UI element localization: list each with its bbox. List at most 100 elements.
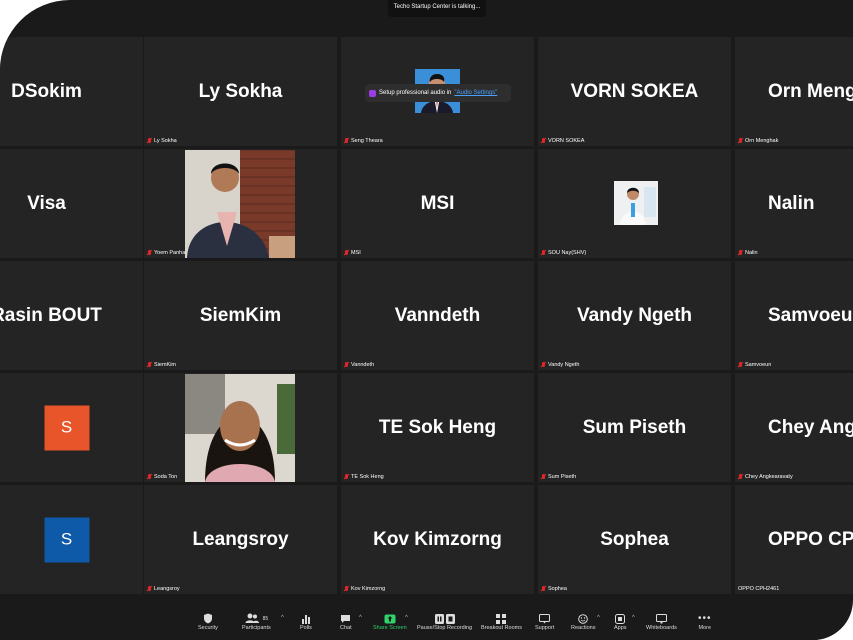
participants-button[interactable]: 85 Participants bbox=[242, 612, 271, 631]
muted-mic-icon bbox=[344, 138, 349, 144]
security-button[interactable]: Security bbox=[198, 612, 218, 631]
participant-name-label: OPPO CPH2461 bbox=[738, 586, 780, 592]
share-caret-icon[interactable]: ^ bbox=[405, 615, 408, 621]
whiteboards-button[interactable]: Whiteboards bbox=[646, 612, 677, 631]
participant-name-label: Vanndeth bbox=[344, 362, 374, 368]
participant-name-label: Nalin bbox=[738, 250, 758, 256]
participant-tile[interactable]: OPPO CPH2461 OPPO CPH2461 bbox=[735, 485, 853, 594]
participant-name-label: SOU Nay(SHV) bbox=[541, 250, 586, 256]
muted-mic-icon bbox=[738, 362, 743, 368]
participant-tile[interactable]: Ly Sokha Ly Sokha bbox=[144, 37, 337, 146]
apps-icon bbox=[615, 612, 626, 625]
reactions-caret-icon[interactable]: ^ bbox=[597, 615, 600, 621]
participant-tile[interactable]: VORN SOKEA VORN SOKEA bbox=[538, 37, 731, 146]
share-screen-icon bbox=[384, 612, 396, 625]
talking-indicator: Techo Startup Center is talking... bbox=[388, 0, 486, 17]
participant-display-name: Sophea bbox=[600, 529, 669, 550]
participant-tile[interactable]: MSI MSI bbox=[341, 149, 534, 258]
participant-tile[interactable]: Yoem Panha bbox=[144, 149, 337, 258]
participant-display-name: Nalin bbox=[768, 193, 815, 214]
support-icon bbox=[539, 612, 551, 625]
participant-tile[interactable]: Sum Piseth Sum Piseth bbox=[538, 373, 731, 482]
audio-settings-icon bbox=[369, 89, 376, 97]
participant-tile[interactable]: Chey Angkearavaty Chey Angkearavaty bbox=[735, 373, 853, 482]
participant-display-name: Chey Angkearavaty bbox=[768, 417, 853, 438]
participant-name-label: Sum Piseth bbox=[541, 474, 576, 480]
participant-name-label: MSI bbox=[344, 250, 361, 256]
participant-tile[interactable]: SiemKim SiemKim bbox=[144, 261, 337, 370]
audio-settings-toast[interactable]: Setup professional audio in "Audio Setti… bbox=[365, 84, 511, 102]
polls-icon bbox=[301, 612, 311, 625]
participant-avatar: S bbox=[44, 405, 89, 450]
muted-mic-icon bbox=[541, 586, 546, 592]
participant-display-name: Kov Kimzorng bbox=[373, 529, 502, 550]
participant-tile[interactable]: TE Sok Heng TE Sok Heng bbox=[341, 373, 534, 482]
participant-name-label: Chey Angkearavaty bbox=[738, 474, 793, 480]
participant-name-label: Orn Menghak bbox=[738, 138, 778, 144]
participant-display-name: DSokim bbox=[11, 81, 82, 102]
muted-mic-icon bbox=[344, 474, 349, 480]
participant-video-image bbox=[614, 181, 658, 225]
audio-settings-link[interactable]: "Audio Settings" bbox=[454, 90, 497, 96]
participant-tile[interactable]: Vandy Ngeth Vandy Ngeth bbox=[538, 261, 731, 370]
muted-mic-icon bbox=[147, 362, 152, 368]
muted-mic-icon bbox=[344, 362, 349, 368]
participant-tile[interactable]: S bbox=[0, 373, 143, 482]
breakout-rooms-button[interactable]: Breakout Rooms bbox=[481, 612, 522, 631]
participant-display-name: MSI bbox=[420, 193, 455, 214]
muted-mic-icon bbox=[147, 474, 152, 480]
participant-display-name: Leangsroy bbox=[192, 529, 289, 550]
participant-display-name: Rasin BOUT bbox=[0, 305, 102, 326]
meeting-toolbar: Security 85 Participants ^ Polls Chat ^ bbox=[0, 610, 853, 640]
muted-mic-icon bbox=[541, 138, 546, 144]
participant-display-name: Vanndeth bbox=[394, 305, 481, 326]
participant-tile[interactable]: S bbox=[0, 485, 143, 594]
participant-tile[interactable]: Samvoeun Samvoeun bbox=[735, 261, 853, 370]
chat-icon bbox=[340, 612, 351, 625]
participant-count: 85 bbox=[262, 615, 269, 622]
smiley-icon bbox=[578, 612, 589, 625]
chat-button[interactable]: Chat bbox=[340, 612, 352, 631]
more-button[interactable]: ••• More bbox=[698, 612, 712, 631]
pause-stop-icon bbox=[434, 612, 455, 625]
polls-button[interactable]: Polls bbox=[300, 612, 312, 631]
participant-tile[interactable]: Sophea Sophea bbox=[538, 485, 731, 594]
participant-tile[interactable]: DSokim bbox=[0, 37, 143, 146]
participant-tile[interactable]: Leangsroy Leangsroy bbox=[144, 485, 337, 594]
recording-button[interactable]: Pause/Stop Recording bbox=[417, 612, 472, 631]
muted-mic-icon bbox=[541, 362, 546, 368]
participant-tile[interactable]: Soda Ton bbox=[144, 373, 337, 482]
muted-mic-icon bbox=[738, 138, 743, 144]
participant-video-image bbox=[185, 374, 295, 482]
shield-icon bbox=[203, 612, 213, 625]
apps-button[interactable]: Apps bbox=[614, 612, 627, 631]
participant-name-label: Kov Kimzorng bbox=[344, 586, 385, 592]
participant-display-name: Sum Piseth bbox=[582, 417, 687, 438]
participant-name-label: Samvoeun bbox=[738, 362, 771, 368]
participants-icon: 85 bbox=[245, 612, 269, 625]
participant-name-label: Ly Sokha bbox=[147, 138, 177, 144]
participant-tile[interactable]: Orn Menghak Orn Menghak bbox=[735, 37, 853, 146]
muted-mic-icon bbox=[344, 250, 349, 256]
participant-tile[interactable]: Vanndeth Vanndeth bbox=[341, 261, 534, 370]
participant-tile[interactable]: Kov Kimzorng Kov Kimzorng bbox=[341, 485, 534, 594]
participant-tile[interactable]: Visa bbox=[0, 149, 143, 258]
participant-tile[interactable]: Nalin Nalin bbox=[735, 149, 853, 258]
participant-tile[interactable]: SOU Nay(SHV) bbox=[538, 149, 731, 258]
participant-display-name: VORN SOKEA bbox=[570, 81, 699, 102]
muted-mic-icon bbox=[738, 474, 743, 480]
chat-caret-icon[interactable]: ^ bbox=[359, 615, 362, 621]
participant-display-name: Visa bbox=[27, 193, 66, 214]
support-button[interactable]: Support bbox=[535, 612, 554, 631]
participants-caret-icon[interactable]: ^ bbox=[281, 615, 284, 621]
more-dots-icon: ••• bbox=[698, 613, 712, 624]
participant-display-name: Orn Menghak bbox=[768, 81, 853, 102]
apps-caret-icon[interactable]: ^ bbox=[632, 615, 635, 621]
zoom-meeting-window: Techo Startup Center is talking... DSoki… bbox=[0, 0, 853, 640]
share-screen-button[interactable]: Share Screen bbox=[373, 612, 407, 631]
participant-name-label: Sophea bbox=[541, 586, 567, 592]
participant-tile[interactable]: Rasin BOUT bbox=[0, 261, 143, 370]
participant-name-label: VORN SOKEA bbox=[541, 138, 584, 144]
participant-name-label: Yoem Panha bbox=[147, 250, 185, 256]
reactions-button[interactable]: Reactions bbox=[571, 612, 595, 631]
